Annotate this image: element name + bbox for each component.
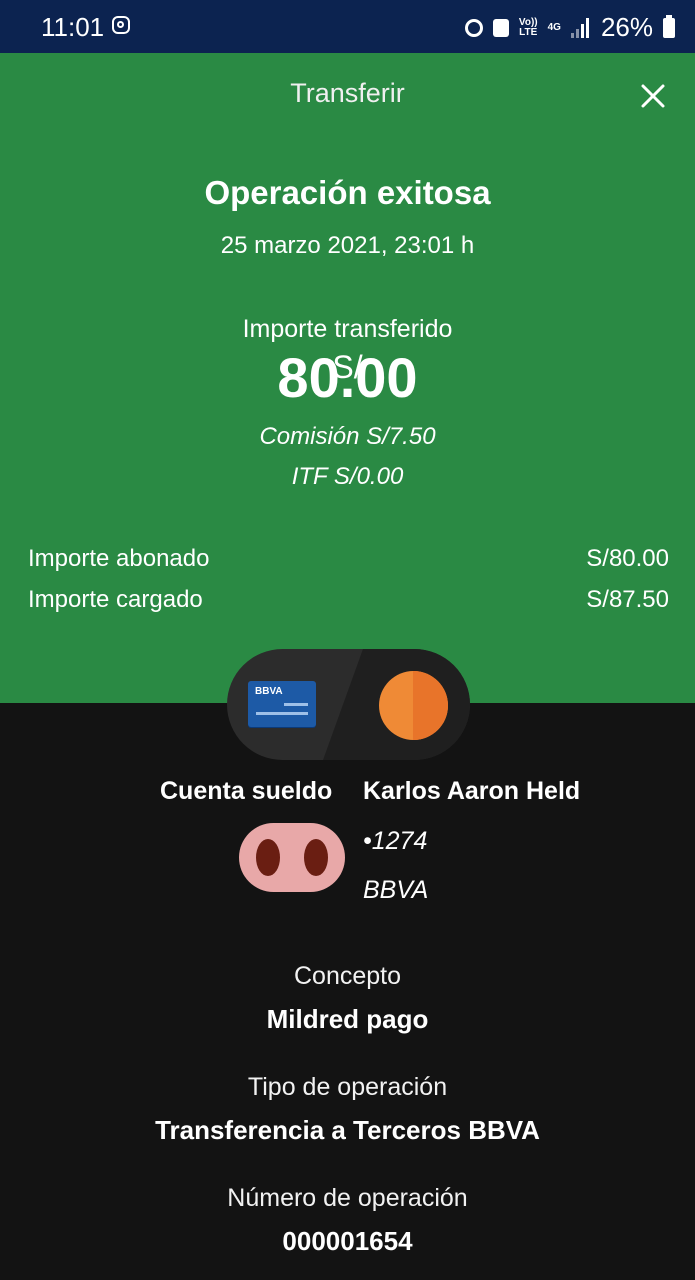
recipient-account-icon xyxy=(379,671,448,740)
operation-datetime: 25 marzo 2021, 23:01 h xyxy=(220,232,475,259)
charged-value: S/87.50 xyxy=(586,586,669,613)
battery-icon xyxy=(663,14,675,38)
network-type: 4G xyxy=(547,21,561,33)
operation-number-value: 000001654 xyxy=(282,1226,413,1256)
battery-percent: 26% xyxy=(600,12,653,42)
page-title: Transferir xyxy=(290,78,405,108)
alarm-icon xyxy=(464,18,483,37)
itf-text: ITF S/0.00 xyxy=(291,463,404,490)
fee-text: Comisión S/7.50 xyxy=(259,423,436,450)
credited-label: Importe abonado xyxy=(28,545,210,572)
concept-label: Concepto xyxy=(293,962,402,990)
destination-account-number: •1274 xyxy=(363,827,428,855)
success-panel: Transferir Operación exitosa 25 marzo 20… xyxy=(0,53,695,703)
amount-label: Importe transferido xyxy=(242,315,453,343)
credited-row: Importe abonado S/80.00 xyxy=(28,545,669,573)
instagram-icon xyxy=(112,16,130,34)
piggy-bank-icon xyxy=(239,823,345,892)
operation-type-label: Tipo de operación xyxy=(247,1073,448,1101)
signal-icon xyxy=(570,17,591,38)
status-icons: Vo)) LTE 4G 26% xyxy=(464,12,675,43)
operation-type-value: Transferencia a Terceros BBVA xyxy=(155,1115,540,1145)
card-icon: BBVA xyxy=(248,681,316,727)
lock-icon xyxy=(492,18,509,37)
origin-account-name: Cuenta sueldo xyxy=(160,777,333,805)
volte-icon: Vo)) LTE xyxy=(519,17,538,38)
destination-account-name: Karlos Aaron Held xyxy=(363,777,581,805)
nostril xyxy=(304,839,328,876)
operation-number-label: Número de operación xyxy=(227,1184,468,1212)
amount-value: 80.00 xyxy=(277,346,418,409)
charged-row: Importe cargado S/87.50 xyxy=(28,586,669,614)
close-icon[interactable] xyxy=(640,83,666,109)
volte-bottom-label: LTE xyxy=(519,26,538,38)
status-bar: 11:01 Vo)) LTE 4G 26% xyxy=(0,0,695,53)
card-brand: BBVA xyxy=(255,686,283,697)
card-stripe xyxy=(284,703,308,706)
transferred-amount: S/80.00 xyxy=(0,345,695,409)
card-stripe xyxy=(256,712,308,715)
charged-label: Importe cargado xyxy=(28,586,203,613)
success-title: Operación exitosa xyxy=(204,174,491,211)
destination-bank: BBVA xyxy=(363,876,429,904)
nostril xyxy=(256,839,280,876)
status-time: 11:01 xyxy=(41,12,105,42)
concept-value: Mildred pago xyxy=(266,1004,429,1034)
credited-value: S/80.00 xyxy=(586,545,669,572)
